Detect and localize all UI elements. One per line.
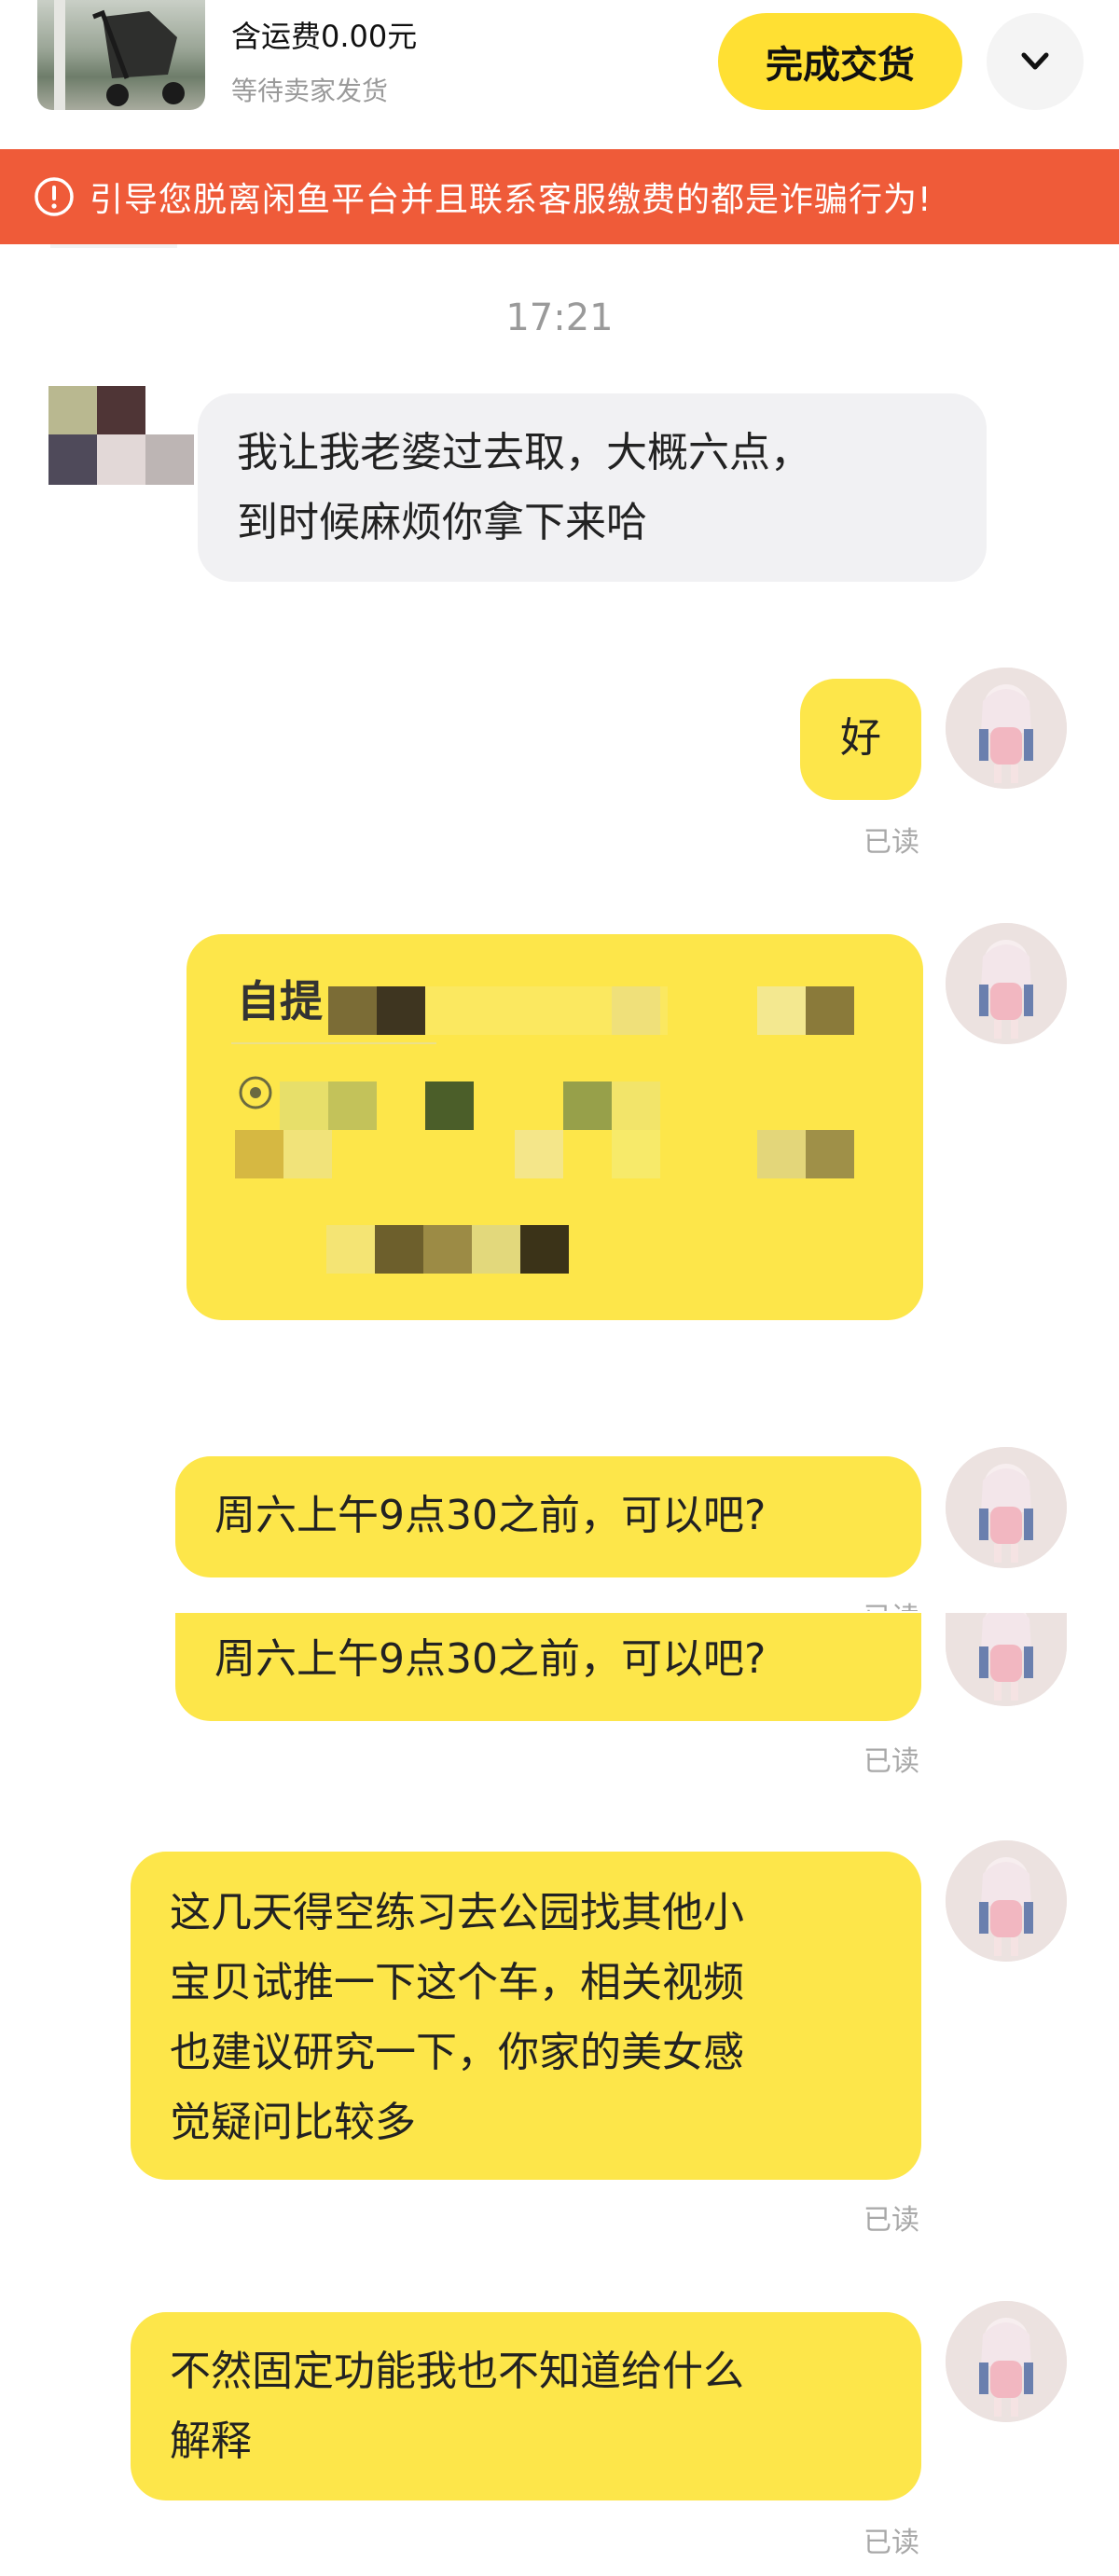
complete-delivery-button[interactable]: 完成交货 bbox=[718, 13, 962, 110]
redaction-pixel bbox=[612, 986, 660, 1035]
redaction-pixel bbox=[235, 1130, 283, 1178]
message-line: 解释 bbox=[170, 2418, 252, 2465]
fraud-warning-banner: 引导您脱离闲鱼平台并且联系客服缴费的都是诈骗行为! bbox=[0, 149, 1119, 244]
expand-order-button[interactable] bbox=[987, 13, 1084, 110]
message-bubble-outgoing[interactable]: 周六上午9点30之前，可以吧? bbox=[175, 1613, 921, 1721]
anime-figure-avatar bbox=[946, 668, 1067, 789]
message-bubble-outgoing[interactable]: 好 bbox=[800, 679, 921, 800]
my-avatar[interactable] bbox=[946, 1840, 1067, 1962]
redaction-pixel bbox=[425, 1081, 474, 1130]
chevron-down-icon bbox=[1021, 52, 1049, 70]
redaction-pixel bbox=[472, 1225, 520, 1274]
redaction-pixel bbox=[757, 986, 806, 1035]
pickup-card-title: 自提 bbox=[237, 976, 323, 1026]
message-bubble-outgoing[interactable]: 这几天得空练习去公园找其他小 宝贝试推一下这个车，相关视频 也建议研究一下，你家… bbox=[131, 1852, 921, 2180]
redaction-pixel bbox=[612, 1081, 660, 1130]
message-line: 宝贝试推一下这个车，相关视频 bbox=[170, 1959, 744, 2006]
chat-screen: 含运费0.00元 等待卖家发货 完成交货 引导您脱离闲鱼平台并且联系客服缴费的都… bbox=[0, 0, 1119, 2576]
anime-figure-avatar bbox=[946, 1613, 1067, 1706]
read-receipt: 已读 bbox=[863, 2204, 919, 2237]
anime-figure-avatar bbox=[946, 923, 1067, 1044]
message-line: 不然固定功能我也不知道给什么 bbox=[170, 2348, 744, 2395]
redaction-pixel bbox=[377, 986, 425, 1035]
redaction-pixel bbox=[515, 1130, 563, 1178]
my-avatar[interactable] bbox=[946, 2301, 1067, 2422]
redaction-pixel bbox=[280, 1081, 328, 1130]
order-price: 含运费0.00元 bbox=[231, 19, 418, 54]
card-divider bbox=[231, 1042, 436, 1044]
order-status: 等待卖家发货 bbox=[231, 76, 389, 106]
anime-figure-avatar bbox=[946, 1840, 1067, 1962]
message-bubble-incoming[interactable]: 我让我老婆过去取，大概六点， 到时候麻烦你拿下来哈 bbox=[198, 393, 987, 582]
message-line: 到时候麻烦你拿下来哈 bbox=[237, 499, 647, 546]
redaction-pixel bbox=[520, 1225, 569, 1274]
redaction-pixel bbox=[283, 1130, 332, 1178]
anime-figure-avatar bbox=[946, 2301, 1067, 2422]
message-line: 周六上午9点30之前，可以吧? bbox=[214, 1635, 767, 1683]
my-avatar[interactable] bbox=[946, 923, 1067, 1044]
anime-figure-avatar bbox=[946, 1447, 1067, 1568]
read-receipt: 已读 bbox=[863, 1745, 919, 1778]
redaction-pixel bbox=[563, 1081, 612, 1130]
redaction-pixel bbox=[328, 986, 377, 1035]
order-summary-bar: 含运费0.00元 等待卖家发货 完成交货 bbox=[0, 0, 1119, 149]
redaction-pixel bbox=[806, 986, 854, 1035]
redaction-pixel bbox=[328, 1081, 377, 1130]
redaction-pixel bbox=[757, 1130, 806, 1178]
redaction-pixel bbox=[612, 1130, 660, 1178]
seller-avatar[interactable] bbox=[48, 386, 194, 485]
message-line: 也建议研究一下，你家的美女感 bbox=[170, 2029, 744, 2076]
banner-notch bbox=[50, 244, 177, 248]
pickup-address-card[interactable]: 自提 bbox=[186, 934, 923, 1320]
message-bubble-outgoing[interactable]: 不然固定功能我也不知道给什么 解释 bbox=[131, 2312, 921, 2500]
message-line: 觉疑问比较多 bbox=[170, 2099, 416, 2146]
stroller-image bbox=[92, 9, 185, 106]
redaction-pixel bbox=[375, 1225, 423, 1274]
my-avatar[interactable] bbox=[946, 1613, 1067, 1706]
read-receipt: 已读 bbox=[863, 2527, 919, 2559]
redaction-pixel bbox=[423, 1225, 472, 1274]
message-bubble-outgoing[interactable]: 周六上午9点30之前，可以吧? bbox=[175, 1456, 921, 1577]
message-line: 周六上午9点30之前，可以吧? bbox=[214, 1492, 767, 1539]
read-receipt: 已读 bbox=[863, 1594, 919, 1611]
message-line: 好 bbox=[840, 714, 881, 762]
message-timestamp: 17:21 bbox=[505, 296, 614, 339]
redaction-pixel bbox=[806, 1130, 854, 1178]
my-avatar[interactable] bbox=[946, 668, 1067, 789]
my-avatar[interactable] bbox=[946, 1447, 1067, 1568]
redaction-pixel bbox=[326, 1225, 375, 1274]
read-receipt: 已读 bbox=[863, 826, 919, 859]
location-pin-icon bbox=[239, 1076, 272, 1109]
warning-text: 引导您脱离闲鱼平台并且联系客服缴费的都是诈骗行为! bbox=[90, 181, 932, 219]
warning-circle-icon bbox=[35, 177, 74, 216]
message-line: 我让我老婆过去取，大概六点， bbox=[237, 429, 811, 476]
message-line: 这几天得空练习去公园找其他小 bbox=[170, 1889, 744, 1936]
product-thumbnail[interactable] bbox=[37, 0, 205, 110]
